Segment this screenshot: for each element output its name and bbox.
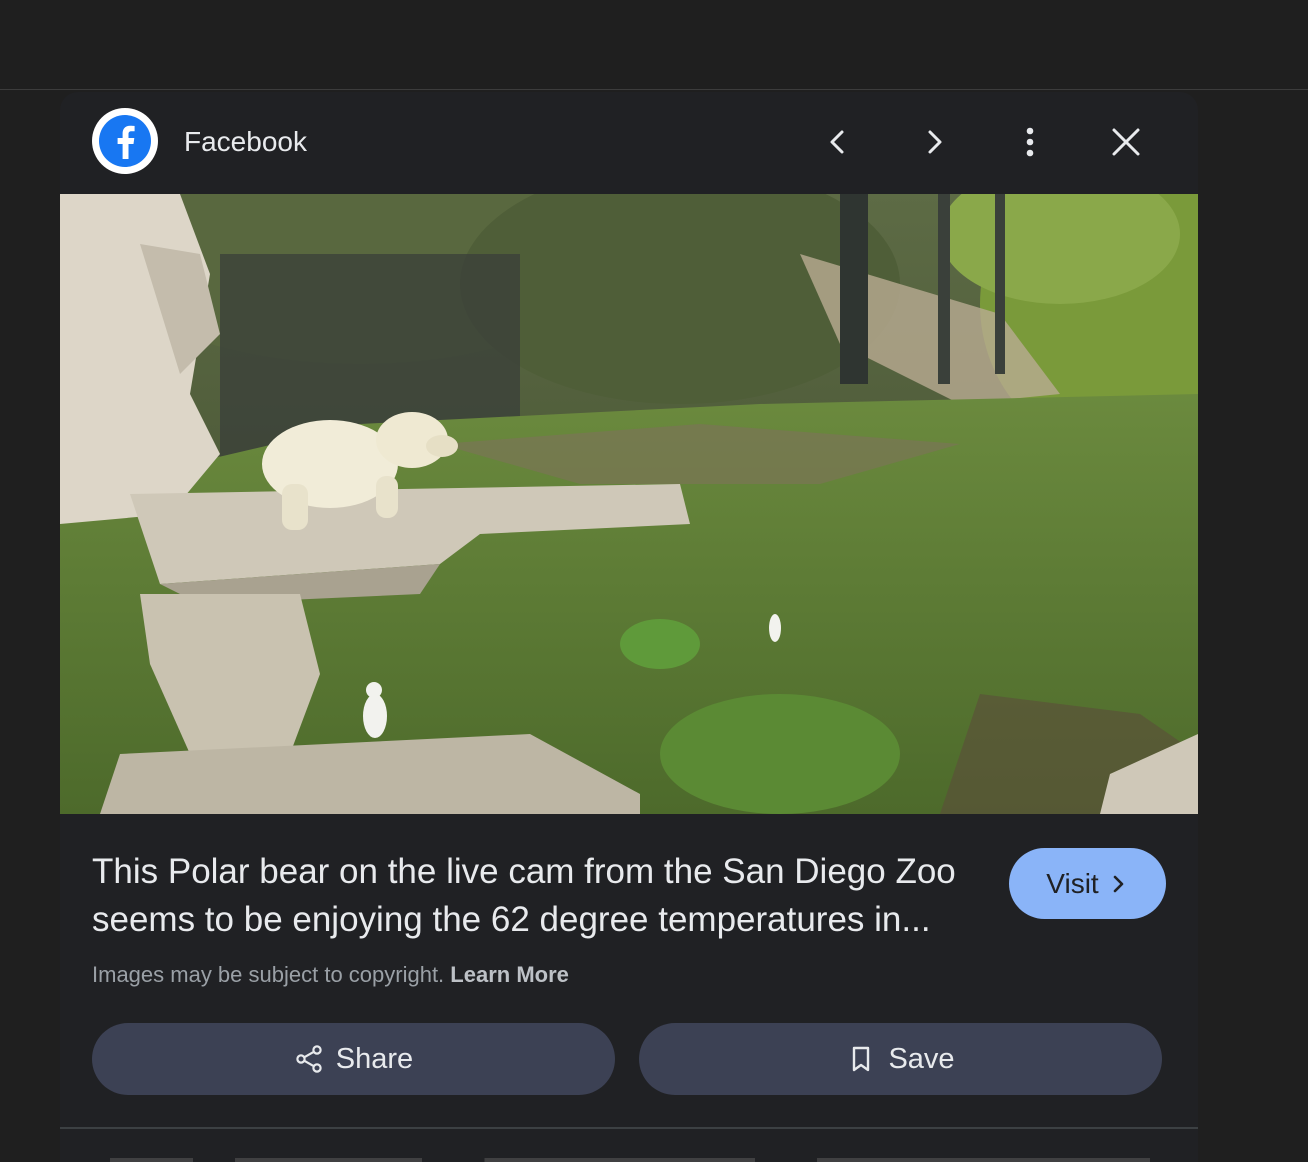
visit-button-label: Visit <box>1046 867 1099 899</box>
previous-button[interactable] <box>810 114 866 170</box>
copyright-text: Images may be subject to copyright. <box>92 962 445 987</box>
chevron-right-icon <box>928 130 942 154</box>
related-images-peek <box>110 1158 1150 1162</box>
section-divider <box>60 1127 1198 1129</box>
visit-button[interactable]: Visit <box>1009 848 1166 919</box>
learn-more-link[interactable]: Learn More <box>450 962 569 987</box>
image-preview-panel: Facebook This Polar bear on the live cam… <box>60 92 1198 1162</box>
top-bar <box>0 0 1308 90</box>
panel-header: Facebook <box>60 92 1198 194</box>
page: Facebook This Polar bear on the live cam… <box>0 0 1308 1162</box>
close-button[interactable] <box>1098 114 1154 170</box>
bookmark-icon <box>853 1046 870 1072</box>
facebook-logo-icon[interactable] <box>92 108 158 174</box>
more-vert-icon <box>1026 127 1034 157</box>
polar-bear-enclosure-image <box>60 194 1198 814</box>
image-caption[interactable]: This Polar bear on the live cam from the… <box>92 848 992 944</box>
chevron-right-icon <box>1113 875 1123 892</box>
source-name[interactable]: Facebook <box>184 126 307 158</box>
share-button-label: Share <box>335 1042 414 1075</box>
copyright-notice: Images may be subject to copyright. Lear… <box>92 962 569 988</box>
share-icon <box>296 1045 322 1073</box>
share-button[interactable]: Share <box>92 1023 615 1095</box>
save-button-label: Save <box>888 1042 955 1075</box>
chevron-left-icon <box>830 130 844 154</box>
preview-image[interactable] <box>60 194 1198 814</box>
more-options-button[interactable] <box>1002 114 1058 170</box>
next-button[interactable] <box>906 114 962 170</box>
close-icon <box>1112 128 1140 156</box>
save-button[interactable]: Save <box>639 1023 1162 1095</box>
